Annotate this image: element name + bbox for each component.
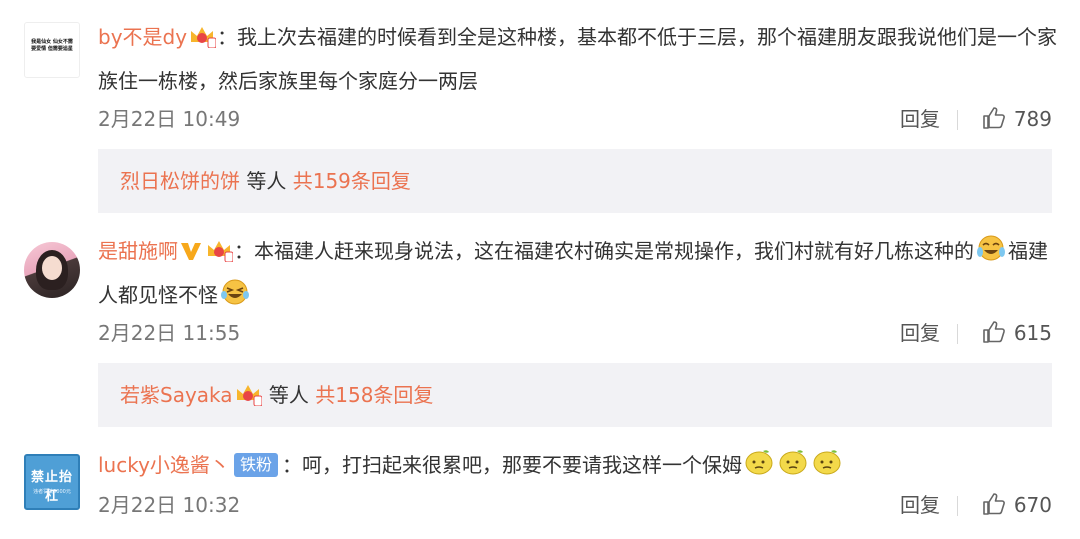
subreply-total[interactable]: 共158条回复 (315, 383, 433, 407)
crying-laugh-emoji-icon (975, 234, 1007, 275)
like-button[interactable]: 615 (982, 318, 1052, 348)
comment-body: lucky小逸酱丶 铁粉 ：呵，打扫起来很累吧，那要不要请我这样一个保姆 (98, 445, 1058, 489)
comment-text: ：呵，打扫起来很累吧，那要不要请我这样一个保姆 (281, 453, 742, 477)
comment-text: ：我上次去福建的时候看到全是这种楼，基本都不低于三层，那个福建朋友跟我说他们是一… (98, 25, 1058, 93)
comment-username[interactable]: by不是dy (98, 25, 187, 49)
lemon-emoji-icon (811, 448, 843, 489)
subreply-total[interactable]: 共159条回复 (293, 169, 411, 193)
comment-time: 2月22日 10:32 (98, 493, 241, 517)
comment-text: ：本福建人赶来现身说法，这在福建农村确实是常规操作，我们村就有好几栋这种的 (234, 239, 974, 263)
thumb-up-icon (983, 321, 1005, 343)
avatar[interactable] (24, 242, 80, 298)
avatar[interactable]: 禁止抬杠 违者罚款5000元 (24, 454, 80, 510)
fan-badge: 铁粉 (233, 453, 278, 477)
avatar[interactable]: 我是仙女 仙女不需要爱情 但需要追星 (24, 22, 80, 78)
comment-body: 是甜施啊 ：本福建人赶来现身说法，这在福建农村确实是常规操作，我们村就有好几栋这… (98, 231, 1058, 319)
like-count: 789 (1013, 107, 1052, 131)
avatar-sign-subtitle: 违者罚款5000元 (33, 489, 71, 495)
meta-divider (957, 324, 958, 344)
like-count: 615 (1013, 321, 1052, 345)
subreply-middle: 等人 (262, 383, 316, 407)
like-button[interactable]: 789 (982, 104, 1052, 134)
meta-divider (957, 496, 958, 516)
comment-time: 2月22日 10:49 (98, 107, 241, 131)
crown-badge-icon (188, 21, 217, 61)
comment-meta: 2月22日 11:55 回复 615 (98, 318, 1052, 348)
thumb-up-icon (983, 493, 1005, 515)
crown-badge-icon (205, 235, 234, 275)
avatar-caption: 我是仙女 仙女不需要爱情 但需要追星 (31, 39, 73, 52)
reply-button[interactable]: 回复 (900, 104, 940, 134)
avatar-sign-title: 禁止抬杠 (30, 470, 73, 504)
verified-v-icon (179, 235, 203, 275)
lemon-emoji-icon (777, 448, 809, 489)
subreply-user[interactable]: 若紫Sayaka (120, 383, 233, 407)
comment-username[interactable]: lucky小逸酱丶 (98, 453, 230, 477)
comment-body: by不是dy ：我上次去福建的时候看到全是这种楼，基本都不低于三层，那个福建朋友… (98, 17, 1058, 101)
thumb-up-icon (983, 107, 1005, 129)
comment-username[interactable]: 是甜施啊 (98, 239, 178, 263)
lemon-emoji-icon (743, 448, 775, 489)
avatar-face (42, 256, 62, 280)
laughing-emoji-icon (219, 278, 251, 319)
like-count: 670 (1013, 493, 1052, 517)
comment-meta: 2月22日 10:49 回复 789 (98, 104, 1052, 134)
crown-badge-icon (234, 367, 263, 431)
comment-time: 2月22日 11:55 (98, 321, 241, 345)
subreply-user[interactable]: 烈日松饼的饼 (120, 169, 240, 193)
meta-divider (957, 110, 958, 130)
reply-button[interactable]: 回复 (900, 490, 940, 520)
subreply-summary[interactable]: 烈日松饼的饼 等人 共159条回复 (98, 149, 1052, 213)
comment-meta: 2月22日 10:32 回复 670 (98, 490, 1052, 520)
like-button[interactable]: 670 (982, 490, 1052, 520)
subreply-middle: 等人 (240, 169, 293, 193)
reply-button[interactable]: 回复 (900, 318, 940, 348)
subreply-summary[interactable]: 若紫Sayaka 等人 共158条回复 (98, 363, 1052, 427)
